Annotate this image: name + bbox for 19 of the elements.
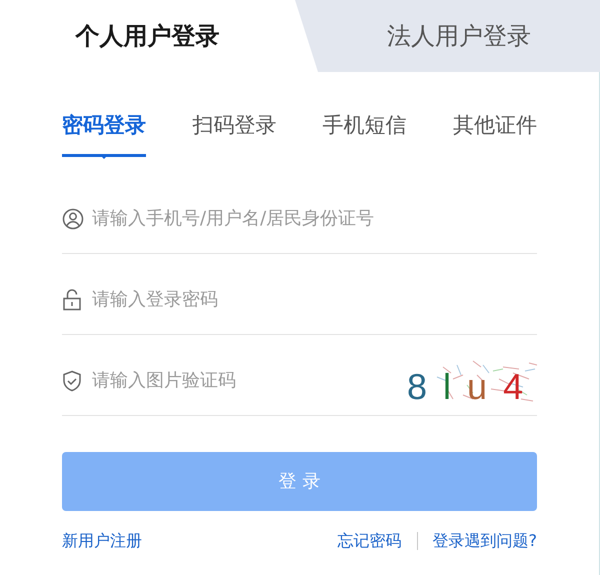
unlocked-padlock-icon <box>62 288 82 310</box>
user-icon <box>62 208 84 230</box>
shield-check-icon <box>62 370 82 392</box>
login-method-tab[interactable]: 密码登录 <box>62 110 146 156</box>
captcha-character: 4 <box>503 368 524 404</box>
login-method-tab[interactable]: 其他证件 <box>452 110 537 156</box>
captcha-character: l <box>443 368 452 404</box>
forgot-password-link[interactable]: 忘记密码 <box>338 528 402 552</box>
login-help-link[interactable]: 登录遇到问题? <box>432 528 537 552</box>
password-field[interactable]: 请输入登录密码 <box>92 284 537 314</box>
user-type-tab[interactable]: 法人用户登录 <box>295 0 600 72</box>
register-link[interactable]: 新用户注册 <box>62 528 142 552</box>
username-field[interactable]: 请输入手机号/用户名/居民身份证号 <box>92 204 537 234</box>
captcha-character: u <box>467 368 488 404</box>
captcha-field[interactable]: 请输入图片验证码 <box>92 366 397 396</box>
login-method-tab[interactable]: 手机短信 <box>322 110 407 156</box>
captcha-image[interactable]: 8 l u 4 <box>397 356 537 404</box>
captcha-character: 8 <box>407 368 428 404</box>
login-method-tab[interactable]: 扫码登录 <box>192 110 276 156</box>
